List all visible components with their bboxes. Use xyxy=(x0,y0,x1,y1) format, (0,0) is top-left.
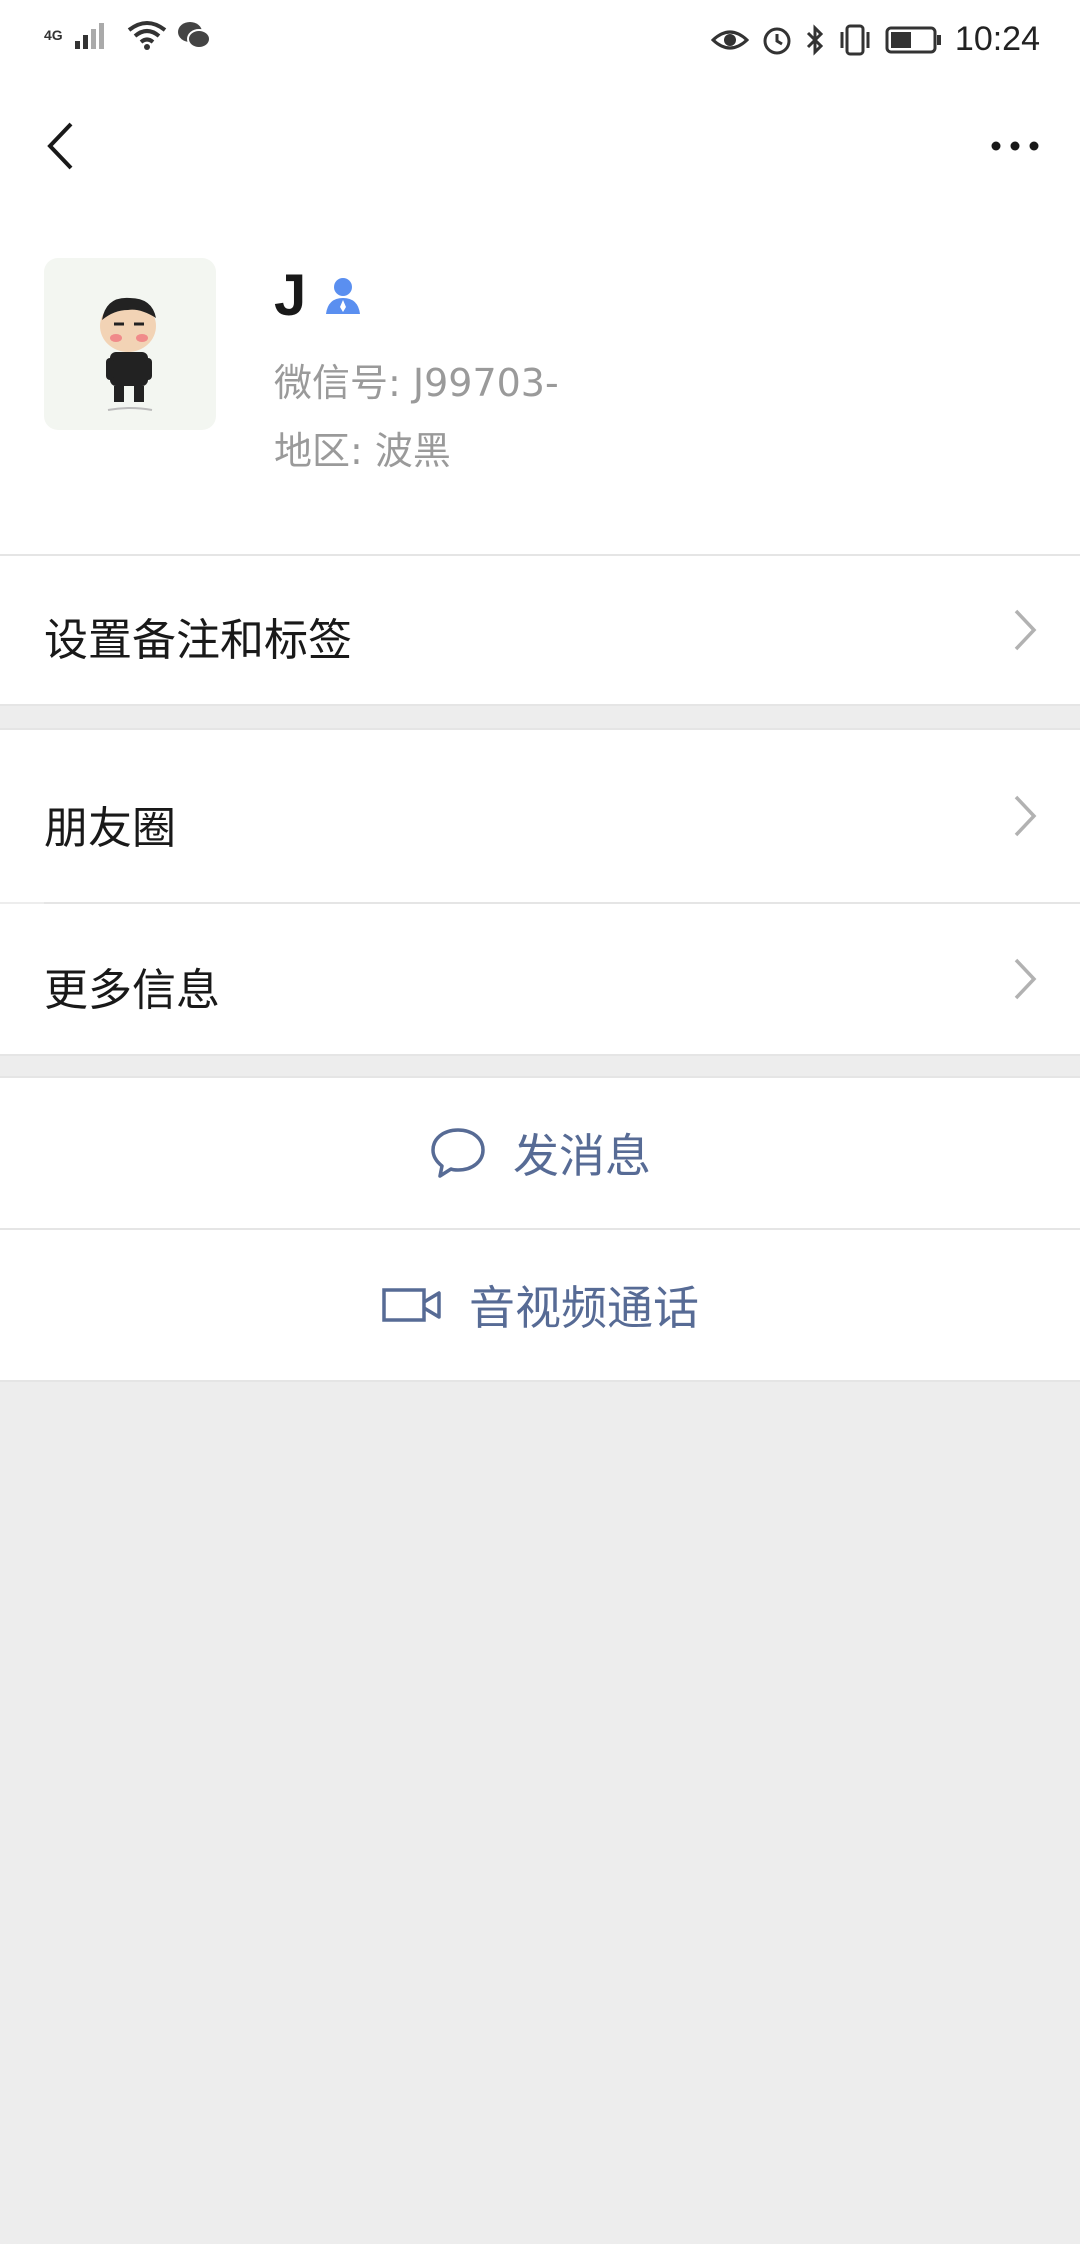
more-button[interactable] xyxy=(980,116,1050,176)
avatar[interactable] xyxy=(44,258,216,430)
vibrate-icon xyxy=(840,24,870,55)
status-bar: 4G 10:24 xyxy=(0,0,1080,86)
chevron-right-icon xyxy=(1014,958,1037,1000)
network-type: 4G xyxy=(44,27,63,43)
chevron-right-icon xyxy=(1014,609,1037,651)
nav-bar xyxy=(0,86,1080,214)
divider xyxy=(0,704,1080,706)
eye-icon xyxy=(710,30,749,49)
moments-label: 朋友圈 xyxy=(44,803,176,854)
contact-name: J xyxy=(274,263,307,328)
remark-tags-cell[interactable]: 设置备注和标签 xyxy=(0,556,1080,704)
alarm-icon xyxy=(763,27,791,54)
send-message-button[interactable]: 发消息 xyxy=(0,1078,1080,1228)
avatar-cartoon-icon xyxy=(100,297,156,411)
clock: 10:24 xyxy=(954,20,1040,58)
more-info-label: 更多信息 xyxy=(44,965,220,1016)
more-info-cell[interactable]: 更多信息 xyxy=(0,904,1080,1054)
region: 地区: 波黑 xyxy=(274,429,451,473)
wechat-notification-icon xyxy=(177,22,211,49)
video-camera-icon xyxy=(382,1288,441,1322)
battery-icon xyxy=(885,26,941,53)
moments-cell[interactable]: 朋友圈 xyxy=(0,730,1080,902)
wechat-id: 微信号: J99703- xyxy=(274,361,559,405)
chat-bubble-icon xyxy=(431,1128,485,1178)
more-icon xyxy=(991,141,1039,151)
divider xyxy=(0,1054,1080,1056)
bluetooth-icon xyxy=(806,23,824,56)
back-button[interactable] xyxy=(30,116,90,176)
remark-tags-label: 设置备注和标签 xyxy=(44,615,352,666)
send-message-label: 发消息 xyxy=(513,1129,651,1183)
profile-header: J 微信号: J99703- 地区: 波黑 xyxy=(0,214,1080,554)
av-call-label: 音视频通话 xyxy=(469,1281,699,1335)
back-icon xyxy=(47,122,73,170)
signal-icon xyxy=(74,23,104,49)
divider xyxy=(0,1380,1080,1382)
av-call-button[interactable]: 音视频通话 xyxy=(0,1230,1080,1380)
wifi-icon xyxy=(127,21,166,50)
chevron-right-icon xyxy=(1014,795,1037,837)
contact-icon xyxy=(326,277,361,314)
